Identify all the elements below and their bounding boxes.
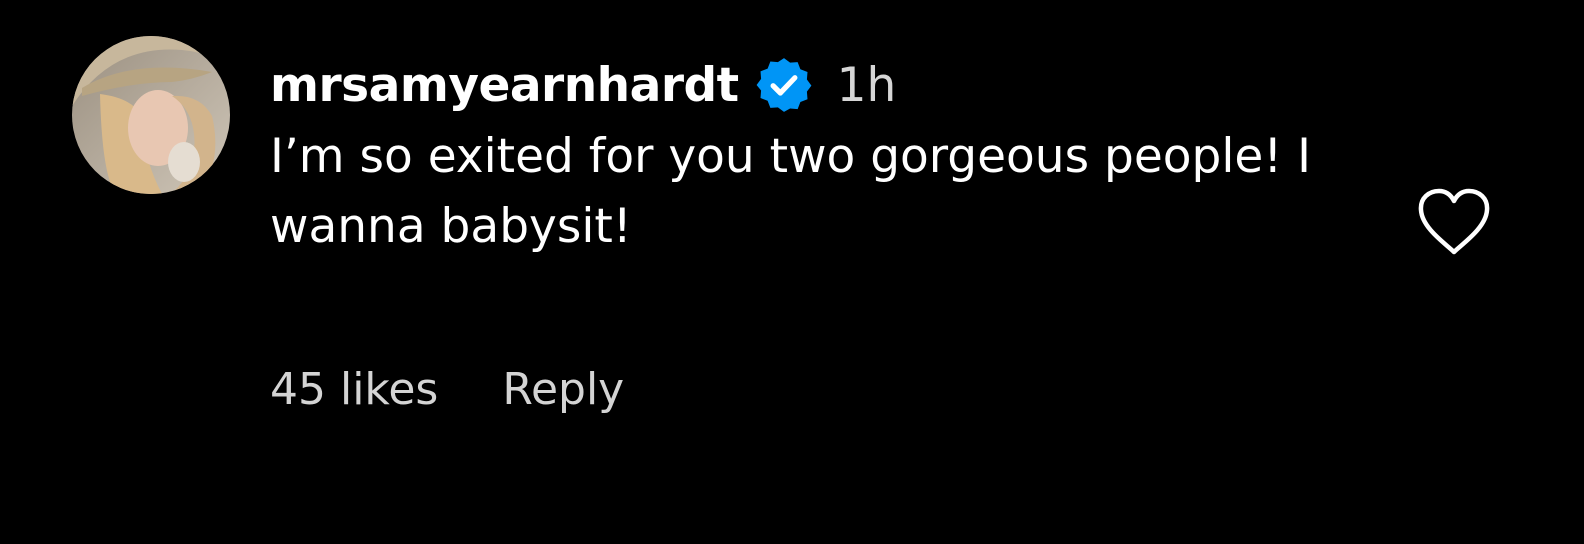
heart-outline-icon[interactable] (1416, 186, 1492, 258)
timestamp: 1h (836, 57, 897, 113)
comment-body: mrsamyearnhardt 1h I’m so exited for you… (270, 50, 1390, 262)
comment-actions: 45 likes Reply (270, 356, 624, 422)
likes-count[interactable]: 45 likes (270, 364, 438, 415)
comment: mrsamyearnhardt 1h I’m so exited for you… (0, 0, 1584, 544)
comment-header: mrsamyearnhardt 1h (270, 50, 1390, 120)
verified-badge-icon (755, 56, 813, 114)
avatar[interactable] (72, 36, 230, 194)
comment-text: I’m so exited for you two gorgeous peopl… (270, 129, 1311, 254)
reply-button[interactable]: Reply (502, 364, 624, 415)
username[interactable]: mrsamyearnhardt (270, 58, 739, 113)
avatar-image (72, 36, 230, 194)
